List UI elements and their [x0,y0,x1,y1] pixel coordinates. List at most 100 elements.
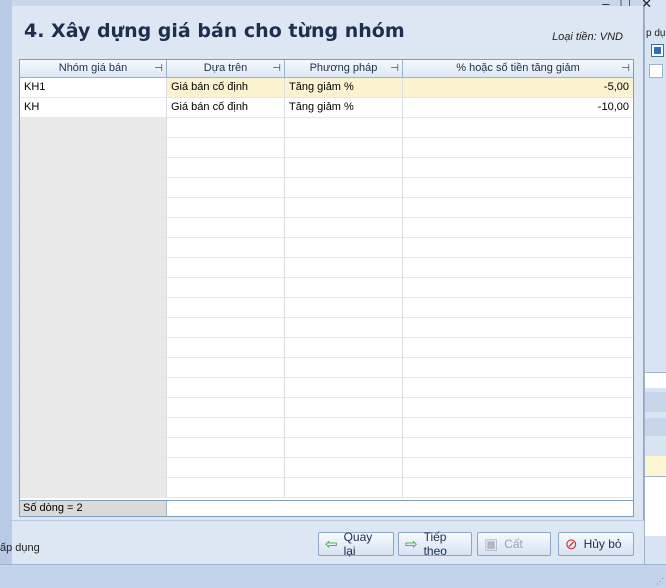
empty-cell[interactable] [20,378,167,397]
empty-cell[interactable] [403,458,633,477]
empty-cell[interactable] [285,238,403,257]
empty-cell[interactable] [167,358,285,377]
empty-cell[interactable] [167,438,285,457]
empty-cell[interactable] [403,278,633,297]
pin-icon[interactable]: ⊣ [390,60,399,77]
empty-cell[interactable] [167,218,285,237]
empty-table-row[interactable] [20,378,633,398]
empty-cell[interactable] [167,258,285,277]
empty-table-row[interactable] [20,178,633,198]
empty-cell[interactable] [403,138,633,157]
empty-cell[interactable] [403,178,633,197]
next-button[interactable]: ⇨ Tiếp theo [398,530,472,558]
column-header-value[interactable]: % hoặc số tiền tăng giảm ⊣ [403,60,633,77]
empty-cell[interactable] [403,358,633,377]
empty-cell[interactable] [20,158,167,177]
column-header-group[interactable]: Nhóm giá bán ⊣ [20,60,167,77]
empty-cell[interactable] [403,158,633,177]
empty-cell[interactable] [167,138,285,157]
empty-cell[interactable] [167,238,285,257]
empty-cell[interactable] [285,358,403,377]
empty-cell[interactable] [285,438,403,457]
empty-cell[interactable] [285,398,403,417]
cell-group[interactable]: KH [20,98,167,117]
empty-cell[interactable] [20,438,167,457]
empty-cell[interactable] [20,278,167,297]
empty-cell[interactable] [285,198,403,217]
cell-method[interactable]: Tăng giảm % [285,98,403,117]
save-button[interactable]: ▣ Cất [477,532,551,556]
empty-cell[interactable] [167,318,285,337]
empty-cell[interactable] [285,478,403,497]
cell-value[interactable]: -5,00 [403,78,633,97]
empty-table-row[interactable] [20,398,633,418]
column-header-method[interactable]: Phương pháp ⊣ [285,60,403,77]
empty-cell[interactable] [20,398,167,417]
empty-cell[interactable] [285,138,403,157]
empty-cell[interactable] [403,238,633,257]
empty-table-row[interactable] [20,338,633,358]
close-icon[interactable]: ✕ [641,0,662,11]
empty-cell[interactable] [167,118,285,137]
empty-cell[interactable] [20,238,167,257]
empty-cell[interactable] [20,358,167,377]
empty-cell[interactable] [167,298,285,317]
empty-cell[interactable] [20,218,167,237]
empty-cell[interactable] [167,178,285,197]
empty-cell[interactable] [167,158,285,177]
cell-value[interactable]: -10,00 [403,98,633,117]
empty-cell[interactable] [20,258,167,277]
empty-cell[interactable] [285,418,403,437]
empty-table-row[interactable] [20,238,633,258]
empty-cell[interactable] [20,138,167,157]
cell-group[interactable]: KH1 [20,78,167,97]
empty-cell[interactable] [20,118,167,137]
empty-cell[interactable] [403,478,633,497]
empty-cell[interactable] [403,118,633,137]
empty-cell[interactable] [20,338,167,357]
empty-cell[interactable] [285,458,403,477]
empty-table-row[interactable] [20,418,633,438]
cell-method[interactable]: Tăng giảm % [285,78,403,97]
empty-table-row[interactable] [20,318,633,338]
empty-table-row[interactable] [20,158,633,178]
empty-cell[interactable] [403,418,633,437]
empty-cell[interactable] [285,178,403,197]
empty-cell[interactable] [403,218,633,237]
cell-based-on[interactable]: Giá bán cố định [167,98,285,117]
pin-icon[interactable]: ⊣ [154,60,163,77]
background-checkbox[interactable] [651,44,664,57]
cell-based-on[interactable]: Giá bán cố định [167,78,285,97]
empty-cell[interactable] [285,338,403,357]
empty-cell[interactable] [167,398,285,417]
empty-table-row[interactable] [20,458,633,478]
empty-table-row[interactable] [20,438,633,458]
table-row[interactable]: KH Giá bán cố định Tăng giảm % -10,00 [20,98,633,118]
empty-cell[interactable] [167,198,285,217]
empty-table-row[interactable] [20,358,633,378]
empty-cell[interactable] [403,318,633,337]
empty-cell[interactable] [403,398,633,417]
empty-cell[interactable] [20,458,167,477]
empty-cell[interactable] [20,178,167,197]
empty-table-row[interactable] [20,258,633,278]
empty-table-row[interactable] [20,478,633,498]
empty-cell[interactable] [403,298,633,317]
empty-cell[interactable] [20,298,167,317]
empty-cell[interactable] [167,458,285,477]
empty-cell[interactable] [20,318,167,337]
empty-cell[interactable] [285,118,403,137]
empty-table-row[interactable] [20,298,633,318]
pin-icon[interactable]: ⊣ [621,60,630,77]
empty-cell[interactable] [167,478,285,497]
empty-table-row[interactable] [20,118,633,138]
empty-cell[interactable] [403,258,633,277]
empty-cell[interactable] [167,418,285,437]
empty-cell[interactable] [167,278,285,297]
back-button[interactable]: ⇦ Quay lại [318,530,394,558]
empty-table-row[interactable] [20,278,633,298]
empty-cell[interactable] [403,378,633,397]
cancel-button[interactable]: ⊘ Hủy bỏ [558,532,634,556]
empty-cell[interactable] [403,438,633,457]
empty-table-row[interactable] [20,198,633,218]
